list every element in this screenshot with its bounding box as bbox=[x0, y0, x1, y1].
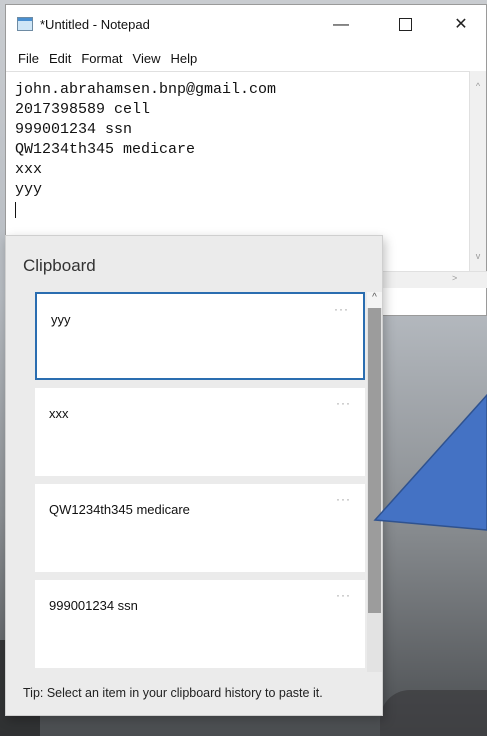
window-title: *Untitled - Notepad bbox=[40, 17, 150, 32]
scroll-up-icon[interactable]: ^ bbox=[470, 81, 486, 91]
menu-edit[interactable]: Edit bbox=[49, 51, 71, 66]
text-line: 999001234 ssn bbox=[15, 121, 133, 138]
close-button[interactable]: ✕ bbox=[438, 13, 484, 37]
notepad-icon bbox=[17, 17, 33, 31]
clipboard-title: Clipboard bbox=[23, 256, 96, 275]
background-rock bbox=[380, 690, 487, 736]
menu-format[interactable]: Format bbox=[81, 51, 122, 66]
menu-bar: File Edit Format View Help bbox=[18, 51, 197, 66]
maximize-icon bbox=[398, 18, 412, 32]
text-line: 2017398589 cell bbox=[15, 101, 151, 118]
vertical-scrollbar[interactable]: ^ v bbox=[469, 71, 486, 271]
clipboard-list: yyy ··· xxx ··· QW1234th345 medicare ···… bbox=[35, 292, 365, 672]
menu-help[interactable]: Help bbox=[170, 51, 197, 66]
clipboard-item[interactable]: xxx ··· bbox=[35, 388, 365, 476]
menu-view[interactable]: View bbox=[133, 51, 161, 66]
text-line: xxx bbox=[15, 161, 43, 178]
clipboard-item[interactable]: 999001234 ssn ··· bbox=[35, 580, 365, 668]
clipboard-scrollbar[interactable]: ^ bbox=[367, 292, 382, 672]
clipboard-item[interactable]: yyy ··· bbox=[35, 292, 365, 380]
more-options-icon[interactable]: ··· bbox=[336, 588, 351, 602]
text-line: yyy bbox=[15, 181, 43, 198]
callout-arrow-shape bbox=[373, 393, 487, 531]
scroll-right-icon[interactable]: > bbox=[452, 273, 457, 283]
text-line: john.abrahamsen.bnp@gmail.com bbox=[15, 81, 277, 98]
text-caret bbox=[15, 202, 16, 218]
scroll-down-icon[interactable]: v bbox=[470, 251, 486, 261]
text-line: QW1234th345 medicare bbox=[15, 141, 196, 158]
menu-file[interactable]: File bbox=[18, 51, 39, 66]
clipboard-item[interactable]: QW1234th345 medicare ··· bbox=[35, 484, 365, 572]
maximize-button[interactable] bbox=[382, 13, 428, 37]
scroll-up-icon[interactable]: ^ bbox=[367, 292, 382, 308]
clipboard-item-text: yyy bbox=[51, 312, 71, 327]
more-options-icon[interactable]: ··· bbox=[336, 396, 351, 410]
minimize-button[interactable]: — bbox=[318, 13, 364, 37]
title-bar[interactable]: *Untitled - Notepad — ✕ bbox=[6, 5, 486, 45]
more-options-icon[interactable]: ··· bbox=[334, 302, 349, 316]
clipboard-tip: Tip: Select an item in your clipboard hi… bbox=[23, 686, 323, 700]
clipboard-item-text: xxx bbox=[49, 406, 69, 421]
more-options-icon[interactable]: ··· bbox=[336, 492, 351, 506]
clipboard-panel: Clipboard yyy ··· xxx ··· QW1234th345 me… bbox=[5, 235, 383, 716]
scroll-thumb[interactable] bbox=[368, 308, 381, 613]
clipboard-item-text: 999001234 ssn bbox=[49, 598, 138, 613]
clipboard-item-text: QW1234th345 medicare bbox=[49, 502, 190, 517]
